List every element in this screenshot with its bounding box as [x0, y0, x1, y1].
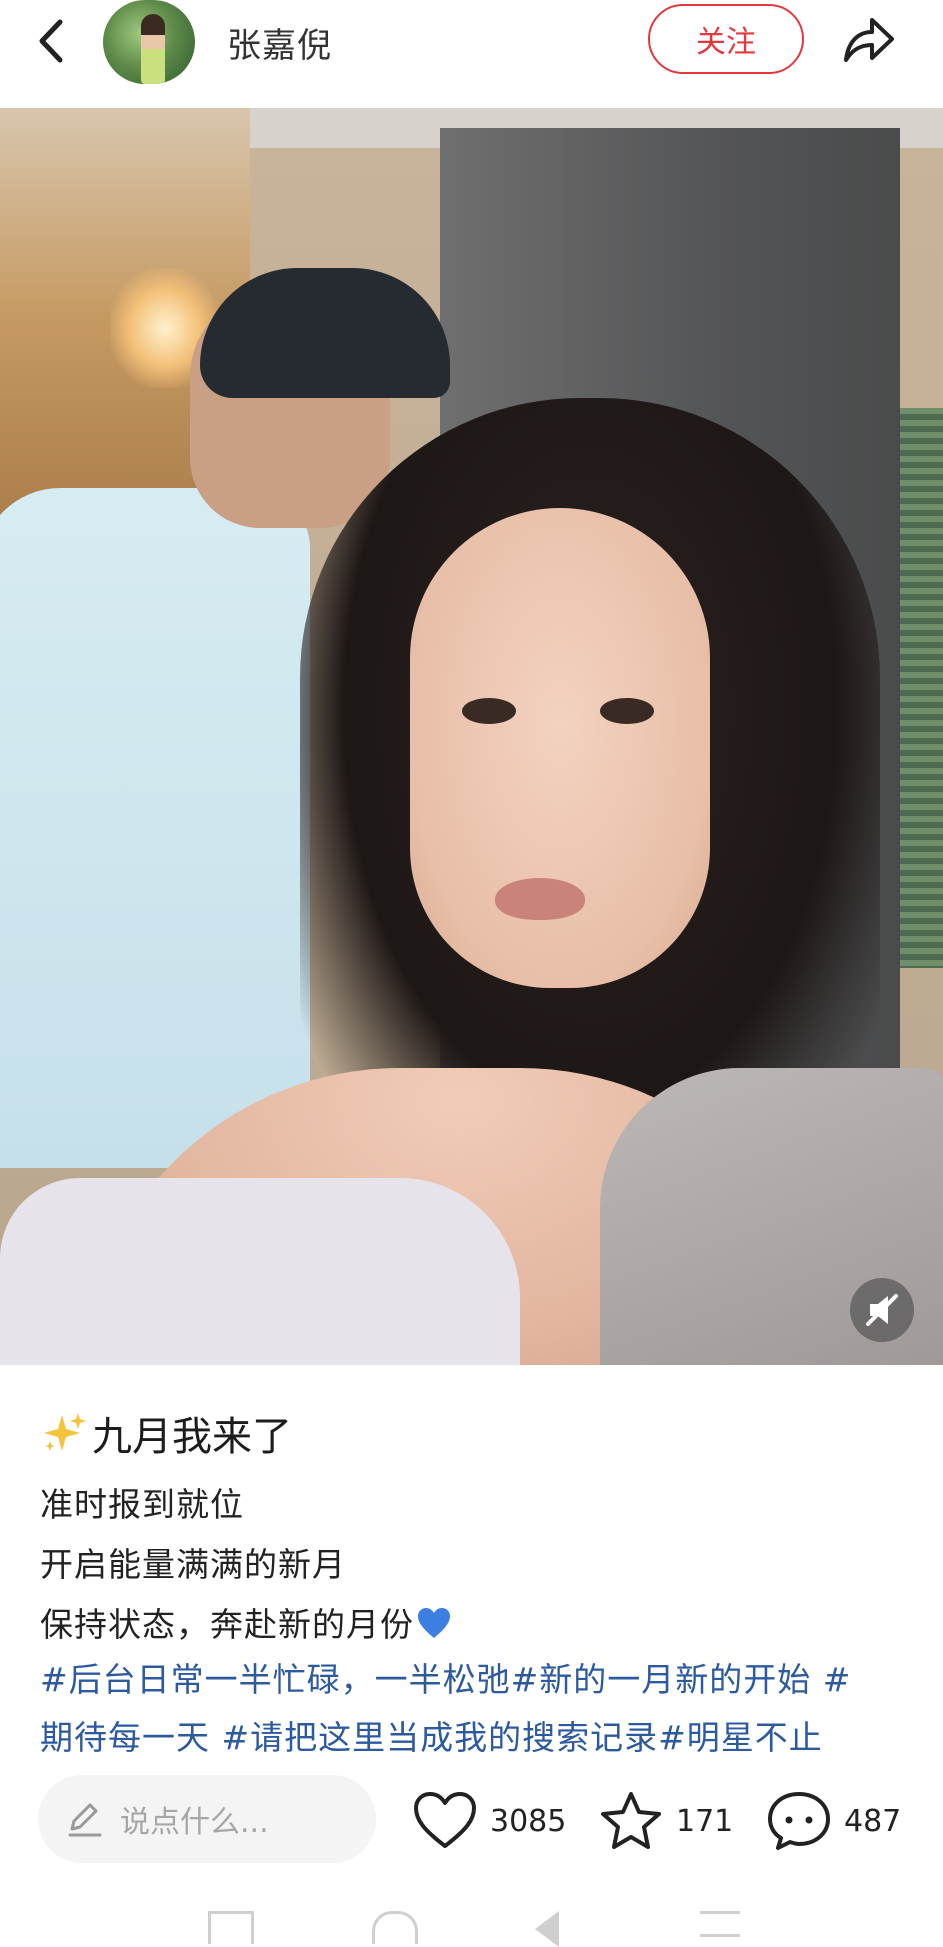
nav-menu-icon[interactable] — [700, 1911, 740, 1937]
system-nav-bar — [0, 1905, 943, 1947]
chat-bubble-icon — [768, 1792, 830, 1850]
hashtag-link[interactable]: #新的一月新的开始 # — [511, 1660, 852, 1699]
username[interactable]: 张嘉倪 — [227, 18, 332, 67]
hashtag-link[interactable]: #请把这里当成我的搜索记录 — [222, 1718, 659, 1757]
comment-placeholder: 说点什么... — [120, 1805, 269, 1840]
like-count: 3085 — [490, 1803, 567, 1839]
follow-button[interactable]: 关注 — [648, 4, 804, 74]
heart-outline-icon — [414, 1792, 476, 1848]
like-button[interactable]: 3085 — [412, 1790, 566, 1852]
post-title: 九月我来了 — [40, 1404, 292, 1462]
nav-square-icon[interactable] — [208, 1911, 254, 1944]
top-bar: 张嘉倪 关注 — [0, 0, 943, 108]
hashtag-list: #后台日常一半忙碌，一半松弛#新的一月新的开始 # 期待每一天 #请把这里当成我… — [40, 1651, 920, 1767]
hashtag-link[interactable]: 期待每一天 — [40, 1718, 210, 1757]
share-arrow-icon — [844, 18, 894, 62]
avatar[interactable] — [103, 0, 195, 84]
comment-count: 487 — [844, 1803, 902, 1839]
post-body-line-2: 开启能量满满的新月 — [40, 1545, 346, 1584]
sound-toggle-button[interactable] — [850, 1278, 914, 1342]
post-body-line-3-text: 保持状态，奔赴新的月份 — [40, 1605, 414, 1644]
back-button[interactable] — [30, 14, 74, 68]
share-button[interactable] — [838, 12, 898, 68]
hashtag-link[interactable]: #明星不止 — [658, 1718, 823, 1757]
comment-input[interactable]: 说点什么... — [38, 1775, 376, 1863]
blue-heart-emoji — [418, 1608, 450, 1638]
post-photo[interactable] — [0, 108, 943, 1365]
hashtag-link[interactable]: #后台日常一半忙碌，一半松弛 — [40, 1660, 511, 1699]
favorite-count: 171 — [676, 1803, 734, 1839]
post-title-text: 九月我来了 — [92, 1414, 292, 1460]
favorite-button[interactable]: 171 — [598, 1790, 733, 1852]
speaker-muted-icon — [866, 1294, 898, 1326]
pen-icon — [68, 1803, 102, 1837]
post-body-line-1: 准时报到就位 — [40, 1485, 244, 1524]
nav-back-icon[interactable] — [535, 1911, 559, 1947]
sparkles-emoji — [44, 1413, 86, 1451]
chevron-left-icon — [39, 19, 63, 63]
post-body-line-3: 保持状态，奔赴新的月份 — [40, 1598, 452, 1646]
comment-button[interactable]: 487 — [766, 1790, 901, 1852]
star-outline-icon — [601, 1792, 661, 1849]
nav-home-icon[interactable] — [372, 1911, 418, 1944]
